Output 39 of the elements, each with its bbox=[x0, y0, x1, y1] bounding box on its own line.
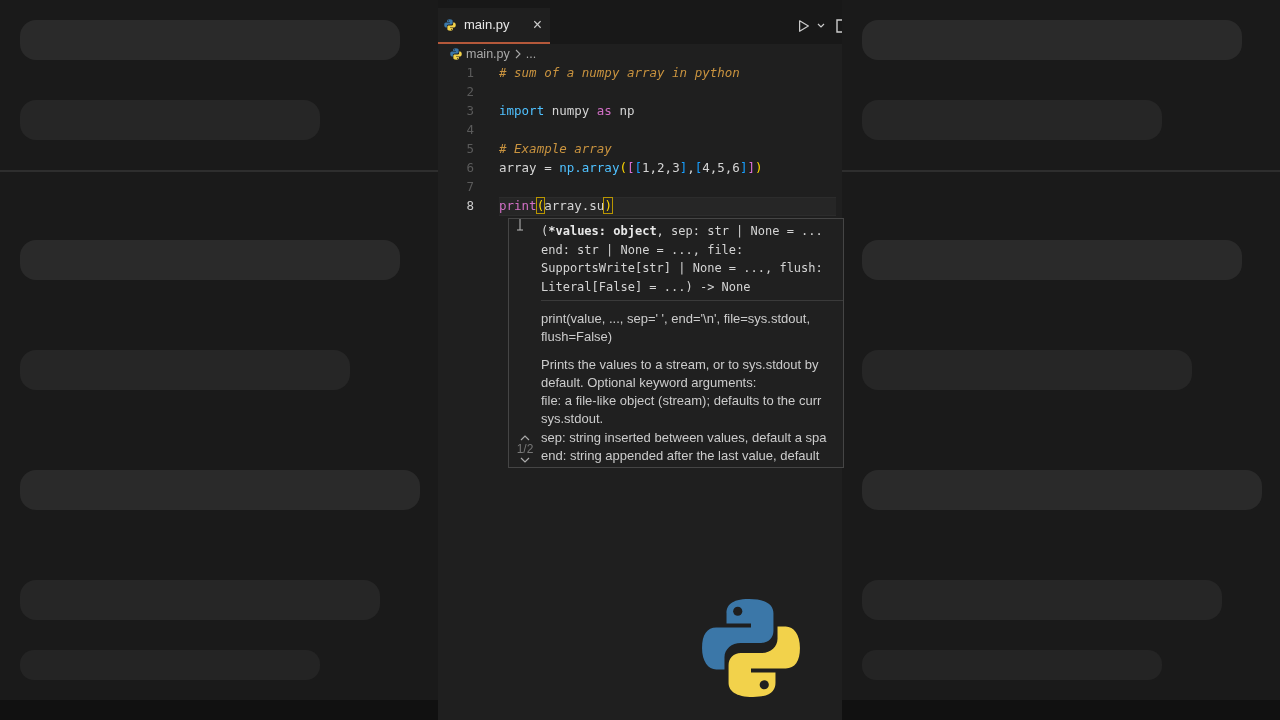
text-cursor-icon bbox=[516, 219, 524, 231]
line-number: 4 bbox=[465, 121, 474, 140]
doc-text: Prints the values to a stream, or to sys.stdout by bbox=[541, 355, 820, 374]
python-icon bbox=[444, 19, 456, 31]
python-icon bbox=[450, 48, 462, 60]
run-icon[interactable] bbox=[797, 19, 811, 33]
doc-text: flush=False) bbox=[541, 328, 614, 347]
editor-tab[interactable]: main.py × bbox=[438, 8, 550, 44]
chevron-down-icon[interactable] bbox=[520, 457, 530, 464]
signature-line: SupportsWrite[str] | None = ..., flush: bbox=[541, 260, 824, 277]
chevron-up-icon[interactable] bbox=[520, 434, 530, 441]
line-number: 6 bbox=[465, 159, 474, 178]
tab-label: main.py bbox=[464, 16, 510, 35]
code-line: array = np.array([[1,2,3],[4,5,6]]) bbox=[499, 159, 763, 178]
close-button[interactable]: × bbox=[532, 13, 542, 37]
line-number: 3 bbox=[465, 102, 474, 121]
signature-pager: 1/2 bbox=[516, 441, 534, 457]
code-line: import numpy as np bbox=[499, 102, 635, 121]
code-line: # Example array bbox=[499, 140, 612, 159]
doc-text: file: a file-like object (stream); defaults to the curr bbox=[541, 392, 823, 411]
line-number: 1 bbox=[465, 64, 474, 83]
doc-text: sys.stdout. bbox=[541, 410, 605, 429]
signature-line: end: str | None = ..., file: bbox=[541, 241, 745, 259]
breadcrumb-item[interactable]: ... bbox=[525, 44, 537, 64]
doc-text: end: string appended after the last value, default bbox=[541, 447, 821, 466]
line-number: 8 bbox=[465, 197, 474, 216]
line-number: 5 bbox=[465, 140, 474, 159]
doc-text: sep: string inserted between values, default a spa bbox=[541, 428, 828, 447]
code-line: print(array.su) bbox=[499, 197, 612, 216]
line-number: 2 bbox=[465, 83, 474, 102]
split-editor-icon[interactable] bbox=[836, 19, 842, 33]
doc-text: default. Optional keyword arguments: bbox=[541, 373, 758, 392]
breadcrumb-item[interactable]: main.py bbox=[466, 44, 510, 64]
doc-text: print(value, ..., sep=' ', end='\n', file=sys.stdout, bbox=[541, 310, 811, 328]
chevron-right-icon bbox=[513, 49, 522, 59]
signature-line: (*values: object, sep: str | None = ... bbox=[541, 223, 824, 240]
line-number: 7 bbox=[465, 178, 474, 197]
signature-line: Literal[False] = ...) -> None bbox=[541, 278, 752, 296]
code-line: # sum of a numpy array in python bbox=[499, 64, 740, 83]
